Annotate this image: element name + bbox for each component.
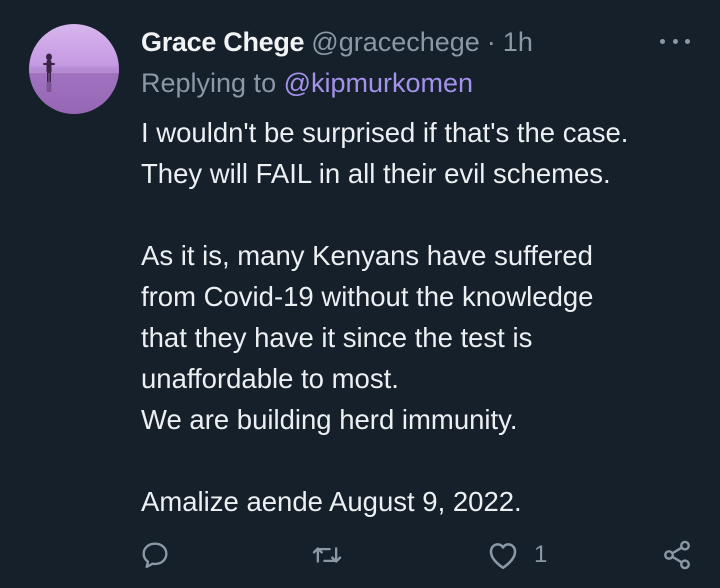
retweet-icon — [312, 547, 342, 563]
tweet-actions: 1 — [0, 535, 720, 575]
tweet[interactable]: Grace Chege @gracechege · 1h Replying to… — [0, 0, 720, 588]
avatar-image — [29, 24, 119, 114]
tweet-text-line: that they have it since the test is — [141, 322, 533, 353]
separator-dot: · — [486, 26, 496, 57]
tweet-time[interactable]: 1h — [503, 27, 533, 58]
replying-prefix: Replying to — [141, 68, 277, 98]
more-dot — [672, 38, 678, 44]
tweet-text-line — [141, 194, 701, 235]
tweet-text-line: As it is, many Kenyans have suffered — [141, 240, 593, 271]
retweet-button[interactable] — [310, 535, 344, 575]
tweet-text-line: I wouldn't be surprised if that's the ca… — [141, 117, 629, 148]
tweet-text: I wouldn't be surprised if that's the ca… — [141, 112, 701, 522]
more-dot — [685, 38, 690, 44]
avatar[interactable] — [29, 24, 119, 114]
more-dot — [660, 38, 665, 44]
author-handle[interactable]: @gracechege — [311, 27, 480, 58]
tweet-text-line: Amalize aende August 9, 2022. — [141, 486, 522, 517]
reply-button[interactable] — [139, 535, 171, 575]
reply-icon — [142, 542, 168, 569]
tweet-text-line — [141, 440, 701, 481]
share-icon — [664, 540, 690, 570]
tweet-text-line: They will FAIL in all their evil schemes… — [141, 158, 611, 189]
share-button[interactable] — [661, 535, 693, 575]
tweet-text-line: unaffordable to most. — [141, 363, 399, 394]
like-icon — [489, 543, 517, 570]
like-button[interactable]: 1 — [486, 535, 547, 575]
more-options-icon[interactable] — [660, 30, 690, 52]
like-count: 1 — [534, 541, 548, 568]
tweet-header: Grace Chege @gracechege · 1h — [141, 24, 533, 60]
author-name[interactable]: Grace Chege — [141, 27, 305, 58]
tweet-text-line: from Covid-19 without the knowledge — [141, 281, 594, 312]
tweet-text-line: We are building herd immunity. — [141, 404, 518, 435]
replying-to: Replying to @kipmurkomen — [141, 68, 473, 99]
replying-mention[interactable]: @kipmurkomen — [284, 68, 473, 98]
